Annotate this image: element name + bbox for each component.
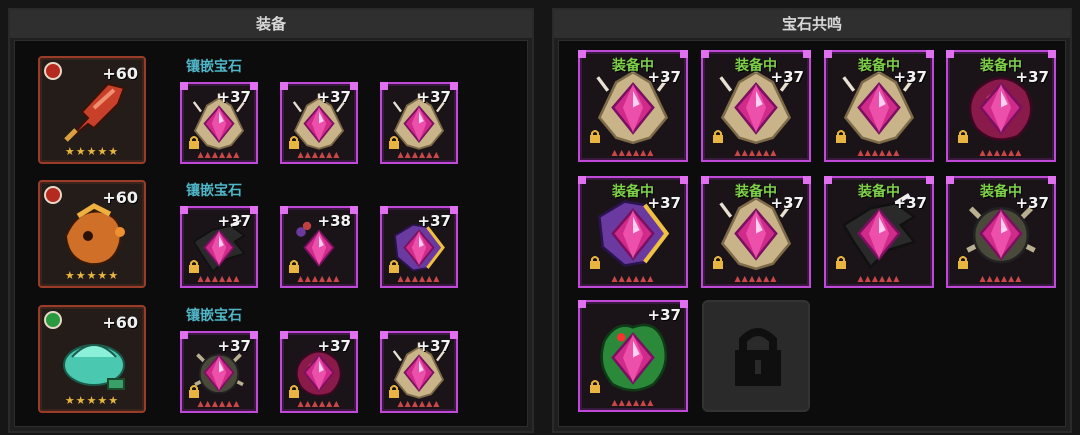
lock-icon <box>387 383 401 398</box>
lock-icon <box>387 258 401 273</box>
lock-icon <box>287 134 301 149</box>
gem-level: +37 <box>317 88 351 106</box>
lock-icon <box>834 128 848 143</box>
gem-level: +37 <box>1015 194 1049 212</box>
gem-quality-dots: ▲▲▲▲▲▲ <box>857 274 901 283</box>
gem-level: +37 <box>417 88 451 106</box>
gem-level: +37 <box>893 194 927 212</box>
gem-level: +37 <box>647 306 681 324</box>
lock-icon <box>387 134 401 149</box>
gem-quality-dots: ▲▲▲▲▲▲ <box>734 148 778 157</box>
lock-icon <box>834 254 848 269</box>
green-serpent-gem-icon <box>591 316 675 404</box>
gem-quality-dots: ▲▲▲▲▲▲ <box>397 274 441 283</box>
gem-quality-dots: ▲▲▲▲▲▲ <box>397 399 441 408</box>
inlaid-gem-slot[interactable]: +37 ▲▲▲▲▲▲ <box>280 82 358 164</box>
gem-quality-dots: ▲▲▲▲▲▲ <box>611 148 655 157</box>
gem-level: +37 <box>770 194 804 212</box>
gem-level: +37 <box>1015 68 1049 86</box>
equipment-panel-title: 装备 <box>10 10 532 38</box>
locked-gem-slot[interactable] <box>702 300 810 412</box>
lock-icon <box>956 128 970 143</box>
gem-quality-dots: ▲▲▲▲▲▲ <box>611 398 655 407</box>
gem-quality-dots: ▲▲▲▲▲▲ <box>979 274 1023 283</box>
lock-icon <box>711 254 725 269</box>
lock-icon <box>187 134 201 149</box>
gem-level: +37 <box>217 337 251 355</box>
resonance-gem-slot[interactable]: 装备中 +37 ▲▲▲▲▲▲ <box>701 176 811 288</box>
inlaid-gem-slot[interactable]: +37 ▲▲▲▲▲▲ <box>180 206 258 288</box>
gem-level: +37 <box>217 88 251 106</box>
resonance-gem-slot[interactable]: 装备中 +37 ▲▲▲▲▲▲ <box>824 50 934 162</box>
equipment-stars: ★★★★★ <box>64 145 120 158</box>
gem-level: +37 <box>317 337 351 355</box>
resonance-gem-slot[interactable]: 装备中 +37 ▲▲▲▲▲▲ <box>701 50 811 162</box>
equipment-slot[interactable]: +60 ★★★★★ <box>38 180 146 288</box>
lock-icon <box>588 254 602 269</box>
gem-quality-dots: ▲▲▲▲▲▲ <box>297 399 341 408</box>
gem-quality-dots: ▲▲▲▲▲▲ <box>197 274 241 283</box>
inlaid-gems-label: 镶嵌宝石 <box>186 308 242 324</box>
equipment-slot[interactable]: +60 ★★★★★ <box>38 305 146 413</box>
lock-icon <box>588 378 602 393</box>
equipment-stars: ★★★★★ <box>64 394 120 407</box>
gem-quality-dots: ▲▲▲▲▲▲ <box>197 150 241 159</box>
inlaid-gem-slot[interactable]: +37 ▲▲▲▲▲▲ <box>180 331 258 413</box>
gem-level: +37 <box>770 68 804 86</box>
resonance-gem-slot[interactable]: 装备中 +37 ▲▲▲▲▲▲ <box>946 50 1056 162</box>
resonance-gem-slot[interactable]: 装备中 +37 ▲▲▲▲▲▲ <box>578 50 688 162</box>
fire-beast-icon <box>58 202 130 270</box>
gem-quality-dots: ▲▲▲▲▲▲ <box>397 150 441 159</box>
gem-quality-dots: ▲▲▲▲▲▲ <box>197 399 241 408</box>
gem-quality-dots: ▲▲▲▲▲▲ <box>297 150 341 159</box>
lock-icon <box>588 128 602 143</box>
gem-resonance-panel-title: 宝石共鸣 <box>554 10 1070 38</box>
gem-level: +37 <box>647 194 681 212</box>
gem-level: +37 <box>893 68 927 86</box>
inlaid-gem-slot[interactable]: +37 ▲▲▲▲▲▲ <box>280 331 358 413</box>
gem-quality-dots: ▲▲▲▲▲▲ <box>979 148 1023 157</box>
inlaid-gems-label: 镶嵌宝石 <box>186 183 242 199</box>
lock-icon <box>287 258 301 273</box>
jade-artifact-icon <box>58 327 130 395</box>
inlaid-gem-slot[interactable]: +37 ▲▲▲▲▲▲ <box>380 331 458 413</box>
fire-sword-icon <box>58 78 130 146</box>
inlaid-gem-slot[interactable]: +37 ▲▲▲▲▲▲ <box>380 206 458 288</box>
gem-level: +37 <box>417 212 451 230</box>
gem-quality-dots: ▲▲▲▲▲▲ <box>611 274 655 283</box>
equipment-stars: ★★★★★ <box>64 269 120 282</box>
lock-icon <box>287 383 301 398</box>
gem-level: +37 <box>217 212 251 230</box>
lock-icon <box>956 254 970 269</box>
gem-level: +37 <box>647 68 681 86</box>
lock-icon <box>711 128 725 143</box>
gem-quality-dots: ▲▲▲▲▲▲ <box>857 148 901 157</box>
resonance-gem-slot[interactable]: 装备中 +37 ▲▲▲▲▲▲ <box>824 176 934 288</box>
resonance-gem-slot[interactable]: 装备中 +37 ▲▲▲▲▲▲ <box>946 176 1056 288</box>
gem-quality-dots: ▲▲▲▲▲▲ <box>297 274 341 283</box>
lock-icon <box>187 258 201 273</box>
inlaid-gem-slot[interactable]: +37 ▲▲▲▲▲▲ <box>380 82 458 164</box>
inlaid-gem-slot[interactable]: +38 ▲▲▲▲▲▲ <box>280 206 358 288</box>
equipment-slot[interactable]: +60 ★★★★★ <box>38 56 146 164</box>
resonance-gem-slot[interactable]: +37 ▲▲▲▲▲▲ <box>578 300 688 412</box>
gem-level: +38 <box>317 212 351 230</box>
resonance-gem-slot[interactable]: 装备中 +37 ▲▲▲▲▲▲ <box>578 176 688 288</box>
gem-quality-dots: ▲▲▲▲▲▲ <box>734 274 778 283</box>
lock-icon <box>187 383 201 398</box>
inlaid-gems-label: 镶嵌宝石 <box>186 59 242 75</box>
gem-level: +37 <box>417 337 451 355</box>
padlock-icon <box>731 322 785 394</box>
inlaid-gem-slot[interactable]: +37 ▲▲▲▲▲▲ <box>180 82 258 164</box>
